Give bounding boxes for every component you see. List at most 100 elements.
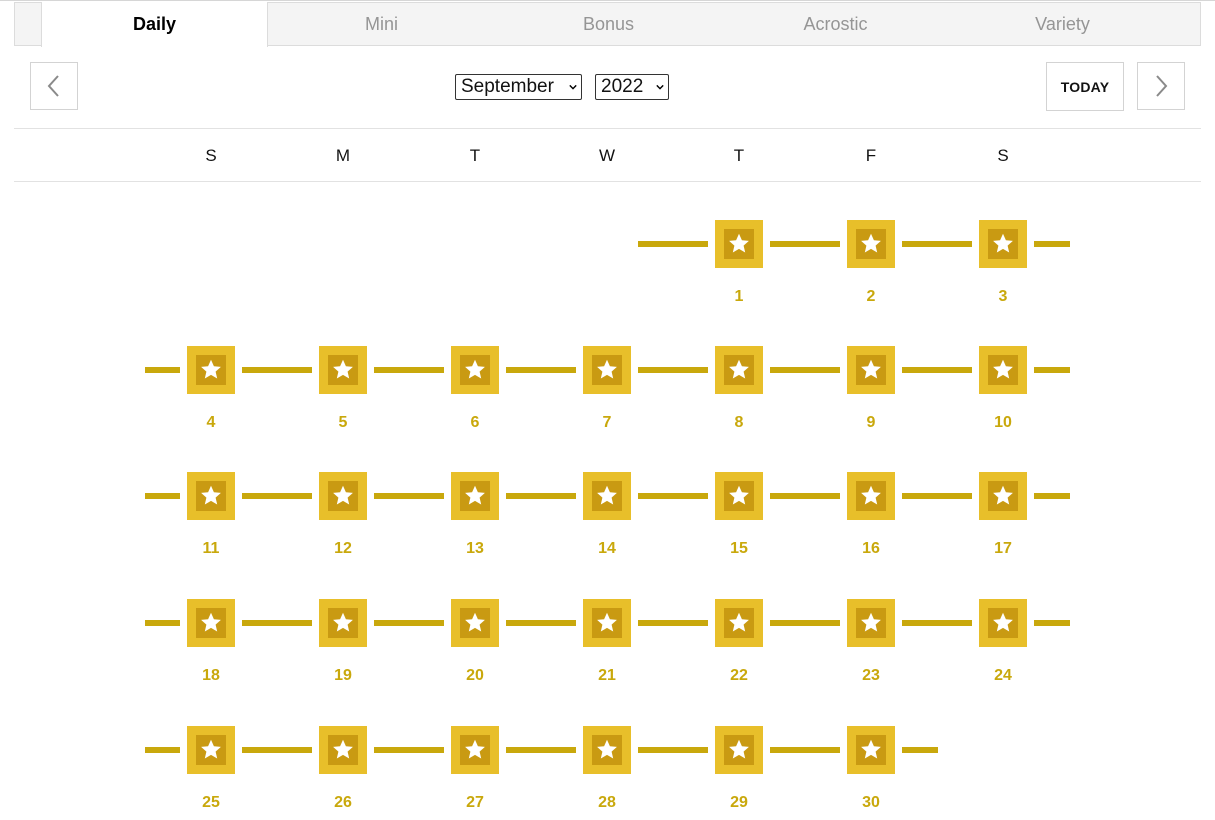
day-number[interactable]: 28 — [577, 794, 637, 812]
day-cell-5[interactable] — [319, 346, 367, 394]
day-cell-18[interactable] — [187, 599, 235, 647]
star-icon — [597, 739, 617, 759]
day-cell-11[interactable] — [187, 472, 235, 520]
day-cell-2[interactable] — [847, 220, 895, 268]
tab-acrostic[interactable]: Acrostic — [722, 2, 949, 46]
star-icon — [861, 612, 881, 632]
day-number[interactable]: 4 — [181, 414, 241, 432]
weekday-header-sun: S — [205, 146, 217, 165]
day-cell-inner — [724, 229, 754, 259]
today-button[interactable]: TODAY — [1046, 62, 1124, 111]
day-connector — [770, 620, 840, 626]
day-number[interactable]: 9 — [841, 414, 901, 432]
day-number[interactable]: 6 — [445, 414, 505, 432]
day-cell-6[interactable] — [451, 346, 499, 394]
day-cell-29[interactable] — [715, 726, 763, 774]
weekday-header-mon: M — [335, 146, 351, 165]
day-cell-23[interactable] — [847, 599, 895, 647]
tab-variety[interactable]: Variety — [949, 2, 1176, 46]
day-number[interactable]: 2 — [841, 288, 901, 306]
day-number[interactable]: 7 — [577, 414, 637, 432]
day-cell-24[interactable] — [979, 599, 1027, 647]
day-number[interactable]: 1 — [709, 288, 769, 306]
day-cell-inner — [460, 481, 490, 511]
day-cell-27[interactable] — [451, 726, 499, 774]
day-number[interactable]: 18 — [181, 667, 241, 685]
day-cell-12[interactable] — [319, 472, 367, 520]
day-cell-9[interactable] — [847, 346, 895, 394]
day-number[interactable]: 23 — [841, 667, 901, 685]
day-number[interactable]: 17 — [973, 540, 1033, 558]
day-connector — [770, 241, 840, 247]
day-cell-inner — [328, 355, 358, 385]
day-cell-inner — [856, 355, 886, 385]
day-cell-7[interactable] — [583, 346, 631, 394]
star-icon — [729, 739, 749, 759]
day-connector — [638, 620, 708, 626]
day-connector — [770, 747, 840, 753]
day-cell-inner — [328, 481, 358, 511]
day-cell-26[interactable] — [319, 726, 367, 774]
day-number[interactable]: 30 — [841, 794, 901, 812]
day-cell-17[interactable] — [979, 472, 1027, 520]
day-number[interactable]: 27 — [445, 794, 505, 812]
day-number[interactable]: 22 — [709, 667, 769, 685]
day-cell-3[interactable] — [979, 220, 1027, 268]
day-cell-30[interactable] — [847, 726, 895, 774]
day-cell-1[interactable] — [715, 220, 763, 268]
day-cell-15[interactable] — [715, 472, 763, 520]
month-select[interactable]: September — [455, 74, 582, 100]
day-cell-inner — [724, 355, 754, 385]
next-month-button[interactable] — [1137, 62, 1185, 110]
day-cell-25[interactable] — [187, 726, 235, 774]
day-number[interactable]: 19 — [313, 667, 373, 685]
day-cell-inner — [592, 481, 622, 511]
day-number[interactable]: 13 — [445, 540, 505, 558]
day-cell-13[interactable] — [451, 472, 499, 520]
weekday-header-tue: T — [469, 146, 481, 165]
day-number[interactable]: 16 — [841, 540, 901, 558]
day-number[interactable]: 3 — [973, 288, 1033, 306]
day-number[interactable]: 8 — [709, 414, 769, 432]
day-number[interactable]: 10 — [973, 414, 1033, 432]
day-cell-14[interactable] — [583, 472, 631, 520]
day-number[interactable]: 25 — [181, 794, 241, 812]
month-select-value: September — [461, 76, 554, 97]
day-number[interactable]: 24 — [973, 667, 1033, 685]
star-icon — [597, 359, 617, 379]
day-number[interactable]: 5 — [313, 414, 373, 432]
day-connector — [506, 747, 576, 753]
day-cell-16[interactable] — [847, 472, 895, 520]
day-cell-28[interactable] — [583, 726, 631, 774]
day-number[interactable]: 29 — [709, 794, 769, 812]
day-number[interactable]: 14 — [577, 540, 637, 558]
day-cell-20[interactable] — [451, 599, 499, 647]
day-cell-4[interactable] — [187, 346, 235, 394]
previous-month-button[interactable] — [30, 62, 78, 110]
day-number[interactable]: 12 — [313, 540, 373, 558]
year-select[interactable]: 2022 — [595, 74, 669, 100]
day-number[interactable]: 20 — [445, 667, 505, 685]
day-cell-22[interactable] — [715, 599, 763, 647]
tab-mini[interactable]: Mini — [268, 2, 495, 46]
day-number[interactable]: 15 — [709, 540, 769, 558]
tab-daily[interactable]: Daily — [41, 2, 268, 47]
day-number[interactable]: 11 — [181, 540, 241, 558]
star-icon — [201, 739, 221, 759]
tab-bonus[interactable]: Bonus — [495, 2, 722, 46]
star-icon — [993, 485, 1013, 505]
day-cell-21[interactable] — [583, 599, 631, 647]
star-icon — [333, 485, 353, 505]
day-cell-inner — [856, 735, 886, 765]
day-cell-8[interactable] — [715, 346, 763, 394]
weekday-header-sat: S — [997, 146, 1009, 165]
star-icon — [201, 359, 221, 379]
star-icon — [729, 612, 749, 632]
chevron-down-icon — [569, 84, 577, 90]
day-number[interactable]: 21 — [577, 667, 637, 685]
day-number[interactable]: 26 — [313, 794, 373, 812]
day-cell-19[interactable] — [319, 599, 367, 647]
day-cell-inner — [328, 608, 358, 638]
day-cell-10[interactable] — [979, 346, 1027, 394]
day-connector — [1034, 493, 1070, 499]
